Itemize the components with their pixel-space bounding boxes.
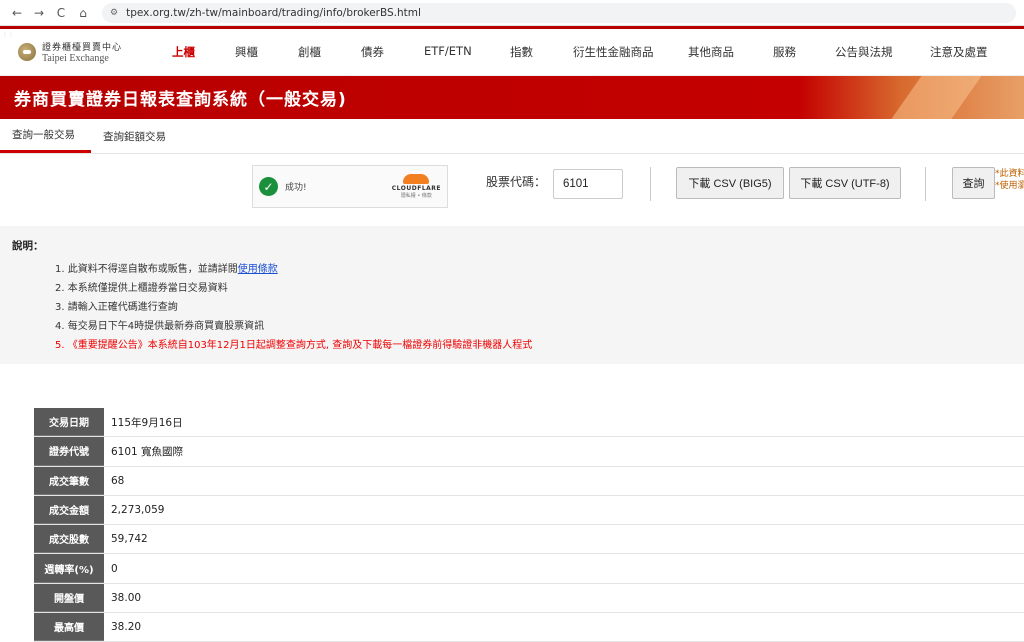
nav-derivatives[interactable]: 衍生性金融商品: [573, 44, 654, 60]
divider: [925, 167, 926, 201]
nav-etf[interactable]: ETF/ETN: [424, 44, 472, 58]
download-csv-utf8-button[interactable]: 下載 CSV (UTF-8): [789, 167, 901, 199]
cloudflare-captcha[interactable]: ✓ 成功! CLOUDFLARE 隱私權 • 條款: [252, 165, 448, 208]
row-header: 成交筆數: [34, 466, 104, 495]
banner-decoration: [879, 76, 989, 119]
row-header: 成交股數: [34, 525, 104, 554]
note-line: *使用瀏: [995, 181, 1024, 191]
back-arrow-icon[interactable]: ←: [8, 4, 26, 22]
page-banner: 券商買賣證券日報表查詢系統（一般交易): [0, 76, 1024, 119]
explanation-item: 3. 請輸入正確代碼進行查詢: [55, 302, 178, 313]
row-value: 0: [111, 562, 118, 575]
explanation-text: 1. 此資料不得逕自散布或販售，並請詳閱: [55, 264, 238, 275]
cloudflare-wordmark: CLOUDFLARE: [391, 185, 441, 192]
explanation-item: 4. 每交易日下午4時提供最新券商買賣股票資訊: [55, 321, 265, 332]
logo-text-en: Taipei Exchange: [42, 53, 109, 64]
table-row: 成交筆數 68: [34, 466, 1024, 496]
grip-icon: ⋮⋮: [2, 31, 14, 38]
table-row: 成交股數 59,742: [34, 525, 1024, 555]
nav-emerging[interactable]: 興櫃: [235, 44, 258, 60]
stock-code-label: 股票代碼：: [486, 175, 547, 189]
download-csv-big5-button[interactable]: 下載 CSV (BIG5): [676, 167, 784, 199]
row-header: 成交金額: [34, 495, 104, 525]
home-icon[interactable]: ⌂: [74, 4, 92, 22]
row-header: 交易日期: [34, 408, 104, 437]
page-title: 券商買賣證券日報表查詢系統（一般交易): [14, 90, 347, 110]
row-header: 最高價: [34, 613, 104, 642]
nav-services[interactable]: 服務: [773, 44, 796, 60]
nav-mainboard[interactable]: 上櫃: [172, 44, 195, 60]
check-icon: ✓: [259, 177, 278, 196]
cloudflare-logo: CLOUDFLARE 隱私權 • 條款: [392, 174, 441, 199]
table-row: 成交金額 2,273,059: [34, 495, 1024, 526]
site-header: ⋮⋮ 證券櫃檯買賣中心 Taipei Exchange 上櫃 興櫃 創櫃 債券 …: [0, 29, 1024, 76]
nav-index[interactable]: 指數: [510, 44, 533, 60]
row-header: 證券代號: [34, 437, 104, 466]
stock-code-input[interactable]: [553, 169, 623, 199]
row-value: 2,273,059: [111, 504, 165, 517]
query-panel: ✓ 成功! CLOUDFLARE 隱私權 • 條款 股票代碼： 下載 CSV (…: [0, 154, 1024, 226]
explanation-list: 1. 此資料不得逕自散布或販售，並請詳閱使用條款 2. 本系統僅提供上櫃證券當日…: [12, 260, 1024, 355]
row-header: 開盤價: [34, 583, 104, 613]
nav-regulations[interactable]: 公告與法規: [835, 44, 893, 60]
row-value: 59,742: [111, 533, 148, 546]
row-header: 週轉率(%): [34, 554, 104, 583]
sub-tabs: 查詢一般交易 查詢鉅額交易: [0, 119, 1024, 154]
url-text: tpex.org.tw/zh-tw/mainboard/trading/info…: [126, 6, 421, 19]
row-value: 115年9月16日: [111, 416, 183, 429]
row-value: 6101 寬魚國際: [111, 445, 184, 458]
important-notice: 5. 《重要提醒公告》本系統自103年12月1日起調整查詢方式, 查詢及下載每一…: [55, 340, 533, 351]
query-button[interactable]: 查詢: [952, 167, 995, 199]
table-row: 最高價 38.20: [34, 613, 1024, 642]
tab-general-trading[interactable]: 查詢一般交易: [0, 119, 91, 153]
captcha-status: 成功!: [285, 183, 307, 193]
divider: [650, 167, 651, 201]
row-value: 68: [111, 474, 125, 487]
tab-block-trading[interactable]: 查詢鉅額交易: [91, 119, 182, 153]
explanation-item: 1. 此資料不得逕自散布或販售，並請詳閱使用條款: [55, 260, 1024, 279]
table-row: 週轉率(%) 0: [34, 554, 1024, 584]
nav-other-products[interactable]: 其他商品: [688, 44, 734, 60]
table-row: 開盤價 38.00: [34, 583, 1024, 614]
tpex-logo-icon: [18, 43, 36, 61]
cloud-icon: [403, 174, 430, 184]
address-bar[interactable]: ⚙ tpex.org.tw/zh-tw/mainboard/trading/in…: [102, 2, 1016, 23]
table-row: 證券代號 6101 寬魚國際: [34, 437, 1024, 467]
explanation-title: 說明：: [12, 240, 44, 252]
browser-toolbar: ← → C ⌂ ⚙ tpex.org.tw/zh-tw/mainboard/tr…: [0, 0, 1024, 26]
trading-summary-table: 交易日期 115年9月16日 證券代號 6101 寬魚國際 成交筆數 68 成交…: [34, 408, 1024, 642]
explanation-section: 說明： 1. 此資料不得逕自散布或販售，並請詳閱使用條款 2. 本系統僅提供上櫃…: [0, 226, 1024, 364]
forward-arrow-icon[interactable]: →: [30, 4, 48, 22]
captcha-links[interactable]: 隱私權 • 條款: [392, 192, 441, 199]
nav-attention[interactable]: 注意及處置: [930, 44, 988, 60]
explanation-item: 2. 本系統僅提供上櫃證券當日交易資料: [55, 283, 228, 294]
nav-bonds[interactable]: 債券: [361, 44, 384, 60]
reload-icon[interactable]: C: [52, 4, 70, 22]
nav-gisa[interactable]: 創櫃: [298, 44, 321, 60]
terms-of-use-link[interactable]: 使用條款: [238, 264, 278, 275]
note-line: *此資料: [995, 169, 1024, 179]
row-value: 38.20: [111, 621, 142, 634]
site-info-icon[interactable]: ⚙: [110, 8, 118, 18]
row-value: 38.00: [111, 591, 142, 604]
logo-text-zh: 證券櫃檯買賣中心: [42, 43, 123, 53]
table-row: 交易日期 115年9月16日: [34, 408, 1024, 438]
query-notes: *此資料 *使用瀏: [995, 168, 1024, 192]
site-logo[interactable]: 證券櫃檯買賣中心 Taipei Exchange: [0, 40, 140, 64]
